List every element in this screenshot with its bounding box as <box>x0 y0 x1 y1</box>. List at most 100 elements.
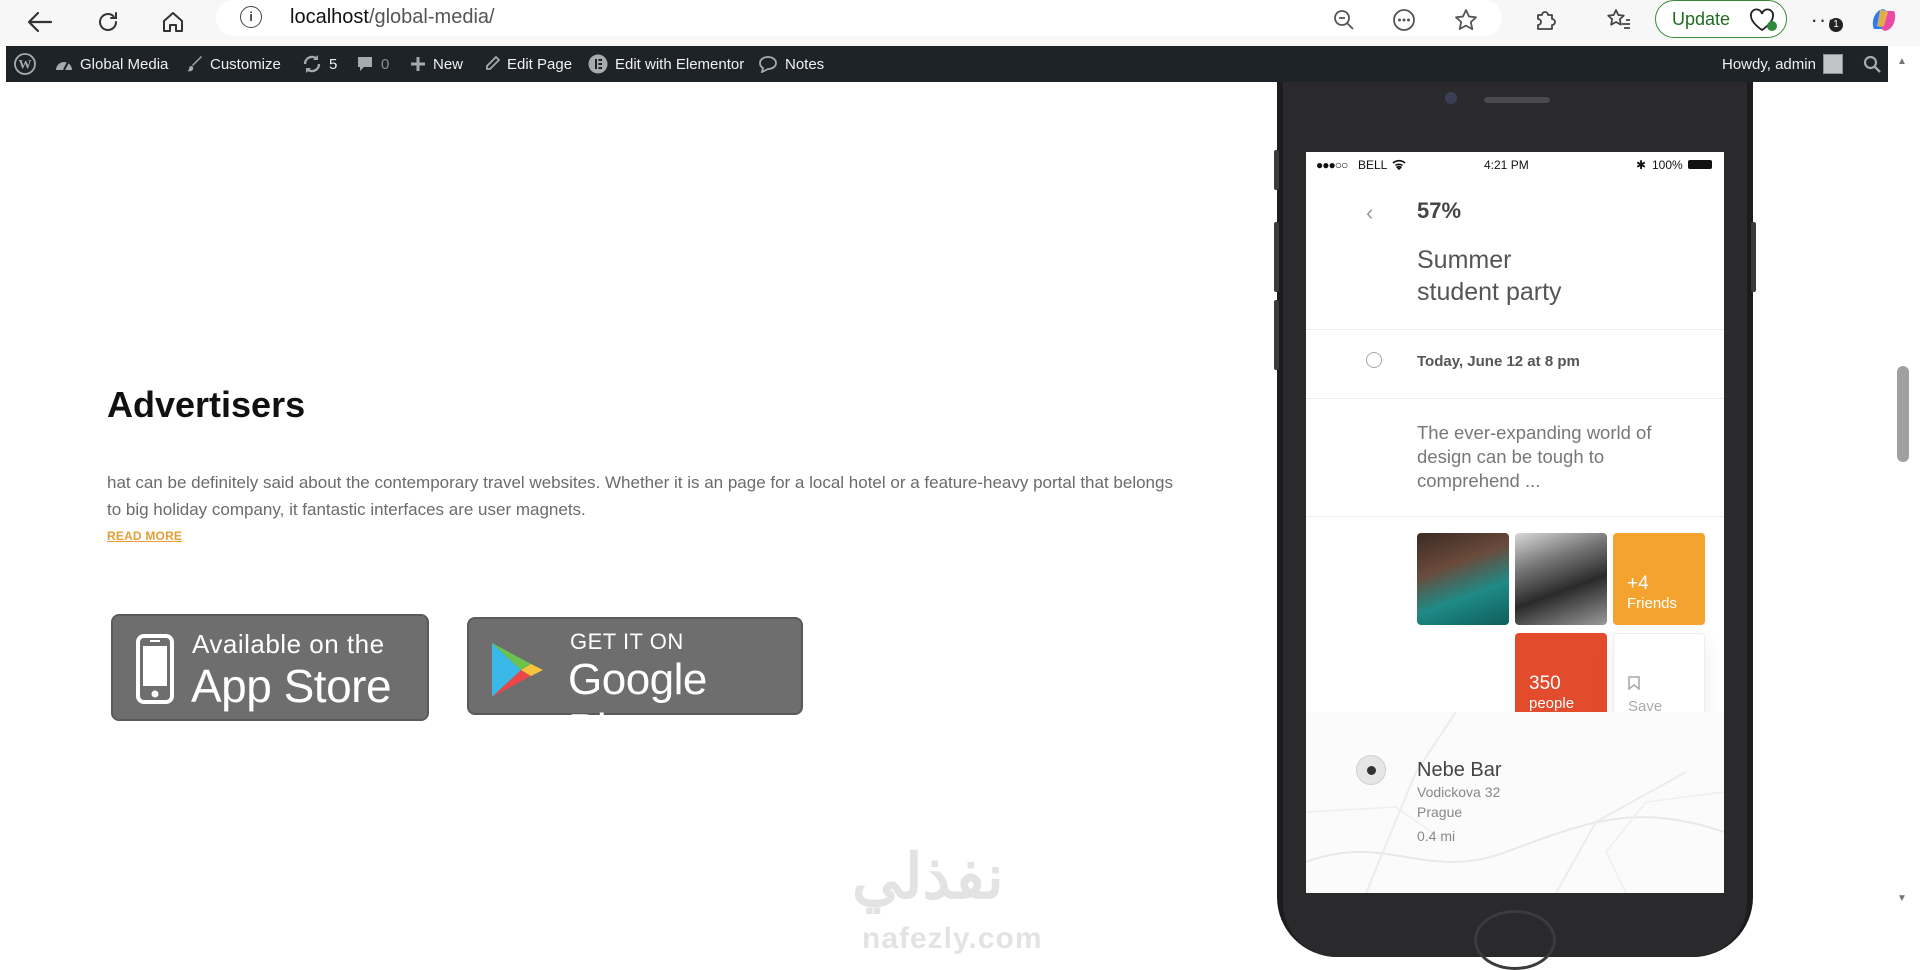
location-pin-dot <box>1367 766 1376 775</box>
zoom-out-button[interactable] <box>1328 4 1360 36</box>
map-background <box>1306 711 1724 893</box>
google-play-logo-icon <box>492 643 543 697</box>
site-info-icon[interactable]: i <box>240 6 262 28</box>
app-store-main-text: App Store <box>191 660 392 712</box>
wp-admin-bar: W Global Media Customize 5 0 New Edit Pa… <box>6 46 1888 82</box>
clock-label: 4:21 PM <box>1484 158 1529 172</box>
friend-photo-woman[interactable] <box>1417 533 1509 625</box>
phone-volume-down <box>1274 300 1279 370</box>
updates-count: 5 <box>329 55 338 73</box>
advertisers-heading: Advertisers <box>107 384 306 425</box>
search-icon <box>1863 55 1881 73</box>
wp-logo-menu[interactable]: W <box>14 46 36 82</box>
people-label: people <box>1529 695 1575 712</box>
avatar <box>1822 54 1843 74</box>
phone-camera <box>1445 92 1457 104</box>
carrier-label: BELL <box>1358 158 1388 172</box>
my-account-menu[interactable]: Howdy, admin <box>1722 46 1843 82</box>
favorites-button[interactable] <box>1603 4 1635 36</box>
app-store-badge[interactable]: Available on the App Store <box>111 614 429 721</box>
paintbrush-icon <box>187 56 203 72</box>
event-title: Summer student party <box>1417 244 1562 308</box>
copilot-icon <box>1872 9 1896 31</box>
wifi-icon <box>1392 159 1406 170</box>
new-label: New <box>433 55 464 73</box>
notification-badge: 1 <box>1829 18 1843 32</box>
comment-bubble-icon <box>356 56 374 72</box>
copilot-button[interactable] <box>1868 4 1900 36</box>
url-text[interactable]: localhost/global-media/ <box>290 6 495 29</box>
url-host: localhost <box>290 6 369 28</box>
site-name-label: Global Media <box>80 55 169 73</box>
pencil-icon <box>484 56 500 72</box>
edit-page-link[interactable]: Edit Page <box>484 46 572 82</box>
map-streets <box>1306 711 1724 893</box>
notes-bubble-icon <box>758 55 778 73</box>
admin-search-button[interactable] <box>1863 46 1881 82</box>
site-name-menu[interactable]: Global Media <box>55 46 168 82</box>
divider <box>1306 398 1724 399</box>
watermark-latin: nafezly.com <box>862 922 1043 955</box>
edit-with-elementor-link[interactable]: Edit with Elementor <box>588 46 744 82</box>
people-count: 350 <box>1529 673 1561 694</box>
settings-more-button[interactable]: ··· 1 <box>1807 4 1843 36</box>
scroll-up-arrow-icon[interactable]: ▲ <box>1897 56 1907 67</box>
extensions-button[interactable] <box>1529 4 1561 36</box>
reload-icon <box>99 12 117 31</box>
notes-label: Notes <box>785 55 825 73</box>
notes-link[interactable]: Notes <box>758 46 824 82</box>
google-play-top-text: GET IT ON <box>570 629 684 654</box>
plus-icon <box>410 56 426 72</box>
phone-power-button <box>1751 222 1756 292</box>
bluetooth-icon: ✱ <box>1636 158 1647 172</box>
google-play-main-text: Google Play <box>568 655 707 754</box>
phone-volume-up <box>1274 222 1279 292</box>
edit-page-label: Edit Page <box>507 55 573 73</box>
google-play-badge[interactable]: GET IT ON Google Play <box>467 617 803 754</box>
customize-link[interactable]: Customize <box>187 46 281 82</box>
new-content-menu[interactable]: New <box>410 46 463 82</box>
customize-label: Customize <box>210 55 281 73</box>
back-button[interactable] <box>22 4 58 40</box>
phone-screen: ●●●○○ BELL 4:21 PM ✱ 100% ‹ 57% Summer s… <box>1306 152 1724 893</box>
place-name: Nebe Bar <box>1417 759 1502 781</box>
progress-percent: 57% <box>1417 198 1462 223</box>
friend-photo-man[interactable] <box>1515 533 1607 625</box>
event-description: The ever-expanding world of design can b… <box>1417 422 1652 491</box>
friends-tile[interactable]: +4 Friends <box>1613 533 1705 625</box>
puzzle-icon <box>1537 11 1556 30</box>
comments-link[interactable]: 0 <box>356 46 389 82</box>
howdy-label: Howdy, admin <box>1722 55 1816 73</box>
page-scrollbar[interactable] <box>1892 46 1920 957</box>
phone-speaker <box>1484 97 1550 103</box>
event-title-line1: Summer <box>1417 246 1512 274</box>
scrollbar-thumb[interactable] <box>1897 366 1909 462</box>
update-button[interactable]: Update <box>1655 0 1787 38</box>
updates-link[interactable]: 5 <box>302 46 337 82</box>
smartphone-icon <box>136 634 174 704</box>
zoom-out-icon <box>1334 10 1354 30</box>
more-dots-circle-icon <box>1393 9 1415 31</box>
friends-count: +4 <box>1627 573 1649 594</box>
battery-percent: 100% <box>1652 158 1683 172</box>
read-more-link[interactable]: READ MORE <box>107 529 182 543</box>
bookmark-icon <box>1628 676 1640 690</box>
clock-icon <box>1366 352 1382 368</box>
favorite-button[interactable] <box>1450 4 1482 36</box>
update-label: Update <box>1672 9 1731 29</box>
app-store-top-text: Available on the <box>192 629 385 659</box>
friends-label: Friends <box>1627 595 1678 612</box>
updates-refresh-icon <box>302 55 322 73</box>
scroll-down-arrow-icon[interactable]: ▼ <box>1897 893 1907 904</box>
phone-status-bar: ●●●○○ BELL 4:21 PM ✱ 100% <box>1306 158 1724 176</box>
wordpress-logo-icon: W <box>14 53 36 75</box>
heart-pulse-icon <box>1750 8 1777 32</box>
watermark-arabic: نفذلي <box>852 843 1004 912</box>
reading-mode-button[interactable] <box>1388 4 1420 36</box>
divider <box>1306 329 1724 330</box>
home-button[interactable] <box>155 4 191 40</box>
address-bar[interactable]: i localhost/global-media/ <box>216 0 1502 36</box>
back-chevron-icon[interactable]: ‹ <box>1366 200 1373 226</box>
reload-button[interactable] <box>90 4 126 40</box>
place-street: Vodickova 32 <box>1417 784 1501 800</box>
